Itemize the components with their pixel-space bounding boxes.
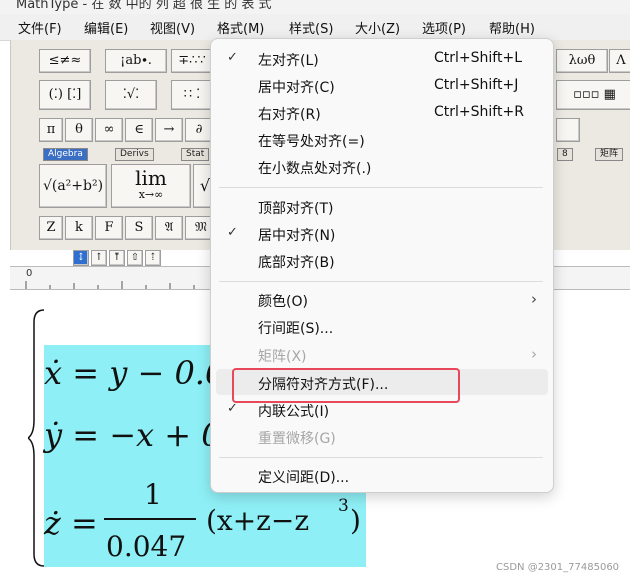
relations-palette-button[interactable]: ≤≠≈ [39,49,91,73]
check-icon: ✓ [227,401,238,416]
fraction-denominator: 0.047 [106,530,187,563]
menu-format[interactable]: 格式(M) [217,18,264,37]
fraktur-a-button[interactable]: 𝔄 [155,216,183,240]
menu-item-label: 矩阵(X) [258,349,307,365]
tab-algebra[interactable]: Algebra [43,148,88,161]
menu-separator [219,457,543,458]
greek-lower-palette-button[interactable]: λωθ [556,49,608,73]
menu-item-label: 行间距(S)... [258,321,334,337]
menu-item-label: 居中对齐(C) [258,80,335,96]
closing-paren: ) [350,504,361,537]
partial-button[interactable]: ∂ [185,118,213,142]
menu-item-label: 底部对齐(B) [258,255,335,271]
fences-palette-button[interactable]: (⁚) [⁚] [39,80,91,110]
tab-8[interactable]: 8 [557,148,573,161]
menu-item-align-at-equals[interactable]: 在等号处对齐(=) [211,127,553,153]
check-icon: ✓ [227,50,238,65]
blackboard-z-button[interactable]: Z [39,216,63,240]
check-icon: ✓ [227,225,238,240]
fractions-palette-button[interactable]: ⁚√⁚ [105,80,157,110]
tab-matrix[interactable]: 矩阵 [595,148,624,161]
menu-item-align-right[interactable]: 右对齐(R) Ctrl+Shift+R [211,100,553,126]
menu-help[interactable]: 帮助(H) [489,18,535,37]
matrix-template-button[interactable] [556,118,580,142]
greek-upper-palette-button[interactable]: Λ [609,49,630,73]
tab-derivs[interactable]: Derivs [115,148,154,161]
chevron-right-icon: › [531,345,537,363]
bold-k-button[interactable]: k [65,216,93,240]
menu-item-label: 右对齐(R) [258,107,321,123]
script-s-button[interactable]: S [125,216,153,240]
menu-item-matrix: 矩阵(X) › [211,342,553,368]
menu-item-shortcut: Ctrl+Shift+L [434,50,522,66]
menu-item-label: 定义间距(D)... [258,470,350,486]
menu-item-align-center[interactable]: 居中对齐(C) Ctrl+Shift+J [211,73,553,99]
menu-file[interactable]: 文件(F) [18,18,62,37]
watermark: CSDN @2301_77485060 [496,562,620,573]
menu-item-line-spacing[interactable]: 行间距(S)... [211,314,553,340]
menu-item-label: 颜色(O) [258,294,308,310]
format-dropdown-menu: ✓ 左对齐(L) Ctrl+Shift+L 居中对齐(C) Ctrl+Shift… [210,38,554,493]
exponent-3: 3 [338,496,349,516]
menu-item-label: 在等号处对齐(=) [258,134,365,150]
align-top-edge-icon[interactable]: ⤒ [109,250,125,266]
menu-item-label: 内联公式(I) [258,404,330,420]
menu-item-define-spacing[interactable]: 定义间距(D)... [211,463,553,489]
menu-item-color[interactable]: 颜色(O) › [211,287,553,313]
limit-label: lim [135,166,167,190]
right-arrow-button[interactable]: → [155,118,183,142]
menu-item-reset-nudge: 重置微移(G) [211,424,553,450]
chevron-right-icon: › [531,290,537,308]
menu-size[interactable]: 大小(Z) [355,18,400,37]
menu-edit[interactable]: 编辑(E) [84,18,128,37]
menu-item-label: 重置微移(G) [258,431,336,447]
spaces-palette-button[interactable]: ¡ab∙. [105,49,167,73]
theta-button[interactable]: θ [65,118,93,142]
align-top-icon[interactable]: ↑ [91,250,107,266]
limit-subscript: x→∞ [138,188,164,201]
menu-separator [219,281,543,282]
menu-bar: 文件(F) 编辑(E) 视图(V) 格式(M) 样式(S) 大小(Z) 选项(P… [0,14,630,41]
menu-options[interactable]: 选项(P) [422,18,466,37]
scripts-palette-button[interactable]: ∷ ⁚ [171,80,213,110]
menu-style[interactable]: 样式(S) [289,18,333,37]
window-titlebar: MathType - 在 数 中的 列 超 很 生 的 表 式 [0,0,630,14]
fraction-bar [104,518,196,520]
align-center-icon[interactable]: ↕ [73,250,89,266]
element-of-button[interactable]: ∈ [125,118,153,142]
menu-item-align-at-decimal[interactable]: 在小数点处对齐(.) [211,154,553,180]
fraction-numerator: 1 [144,478,162,511]
pi-button[interactable]: π [39,118,63,142]
sqrt-template-button[interactable]: √(a²+b²) [39,164,107,208]
operators-palette-button[interactable]: ∓∴∵ [171,49,213,73]
menu-separator [219,187,543,188]
menu-item-label: 左对齐(L) [258,53,319,69]
equation-line-3-lhs: ż = [44,504,98,542]
menu-item-label: 在小数点处对齐(.) [258,161,372,177]
tab-stat[interactable]: Stat [181,148,210,161]
align-baseline-icon[interactable]: ⇧ [127,250,143,266]
menu-item-shortcut: Ctrl+Shift+R [434,104,524,120]
annotation-highlight-box [232,368,460,403]
window-title: MathType - 在 数 中的 列 超 很 生 的 表 式 [16,0,272,12]
script-f-button[interactable]: F [95,216,123,240]
equation-line-2: ẏ = −x + 0 [44,416,222,454]
menu-item-align-middle[interactable]: ✓ 居中对齐(N) [211,221,553,247]
limit-template-button[interactable]: lim x→∞ [111,164,191,208]
equation-line-3-rhs: (x+z−z [206,504,310,537]
menu-item-align-bottom[interactable]: 底部对齐(B) [211,248,553,274]
menu-item-shortcut: Ctrl+Shift+J [434,77,519,93]
menu-item-label: 顶部对齐(T) [258,201,334,217]
align-bottom-icon[interactable]: ⇡ [145,250,161,266]
matrix-palette-button[interactable]: ▫▫▫ ▦ [556,80,630,110]
menu-item-align-left[interactable]: ✓ 左对齐(L) Ctrl+Shift+L [211,46,553,72]
menu-view[interactable]: 视图(V) [150,18,195,37]
equation-line-1: ẋ = y − 0.6 [44,354,226,392]
infinity-button[interactable]: ∞ [95,118,123,142]
menu-item-label: 居中对齐(N) [258,228,336,244]
menu-item-align-top[interactable]: 顶部对齐(T) [211,194,553,220]
